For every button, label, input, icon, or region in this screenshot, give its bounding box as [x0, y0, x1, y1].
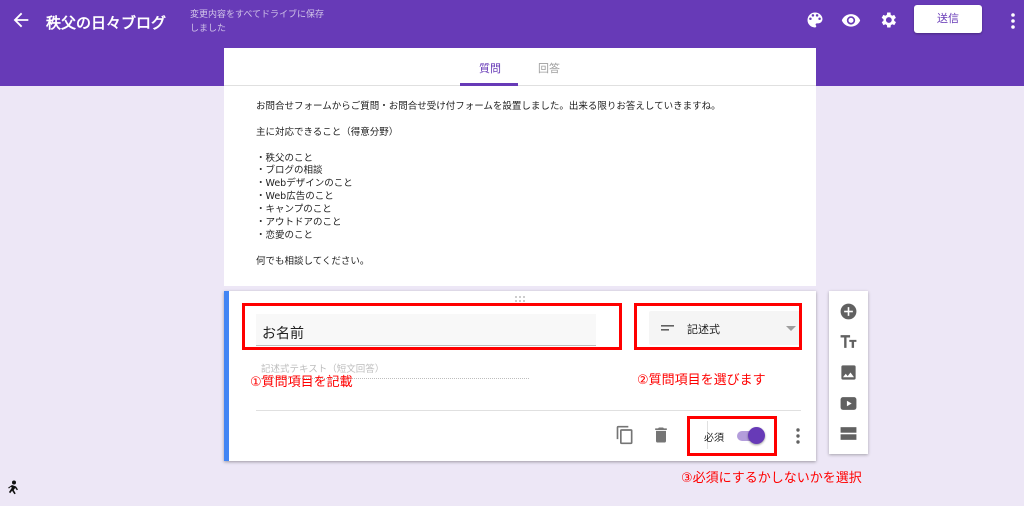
more-vert-icon[interactable] [1006, 10, 1020, 32]
form-description[interactable]: お問合せフォームからご質問・お問合せ受け付フォームを設置しました。出来る限りお答… [256, 98, 796, 267]
highlight-question-type [634, 303, 802, 350]
running-figure-icon [8, 480, 18, 495]
description-line [256, 240, 796, 253]
settings-icon[interactable] [878, 10, 898, 30]
annotation-step-3: ③必須にするかしないかを選択 [681, 471, 862, 486]
annotation-step-2: ②質問項目を選びます [637, 373, 766, 388]
send-button[interactable]: 送信 [914, 5, 982, 33]
description-line [256, 137, 796, 150]
footer-divider [256, 410, 801, 411]
description-line: ・Webデザインのこと [256, 178, 353, 190]
add-question-icon[interactable] [839, 302, 858, 321]
description-line: ・アウトドアのこと [256, 217, 342, 229]
arrow-back-icon[interactable] [10, 9, 32, 31]
palette-icon[interactable] [805, 10, 825, 30]
add-title-icon[interactable] [839, 332, 858, 351]
tab-indicator [460, 83, 518, 86]
description-line: ・Web広告のこと [256, 191, 334, 203]
drag-handle-icon[interactable] [513, 295, 527, 303]
description-line [256, 111, 796, 124]
description-line: お問合せフォームからご質問・お問合せ受け付フォームを設置しました。出来る限りお答… [256, 101, 721, 112]
description-line: ・キャンプのこと [256, 204, 332, 216]
add-image-icon[interactable] [839, 363, 858, 382]
add-video-icon[interactable] [839, 394, 858, 413]
tab-bar: 質問 回答 [224, 48, 816, 86]
description-line: ・ブログの相談 [256, 165, 323, 177]
form-title[interactable]: 秩父の日々ブログ [46, 12, 166, 33]
form-header-card: 質問 回答 お問合せフォームからご質問・お問合せ受け付フォームを設置しました。出… [224, 48, 816, 286]
more-vert-icon[interactable] [793, 427, 803, 445]
highlight-question-title [242, 303, 622, 350]
annotation-step-1: ①質問項目を記載 [250, 375, 353, 390]
eye-icon[interactable] [841, 10, 861, 30]
side-toolbar [829, 291, 868, 454]
duplicate-icon[interactable] [615, 425, 635, 445]
trash-icon[interactable] [651, 425, 671, 445]
save-status: 変更内容をすべてドライブに保存しました [190, 10, 325, 34]
tab-questions[interactable]: 質問 [479, 60, 501, 76]
description-line: ・恋愛のこと [256, 229, 314, 241]
description-line: ・秩父のこと [256, 152, 314, 164]
description-line: 主に対応できること（得意分野） [256, 126, 399, 138]
description-line: 何でも相談してください。 [256, 255, 370, 267]
tab-responses[interactable]: 回答 [538, 60, 560, 76]
highlight-required-toggle [687, 416, 777, 456]
add-section-icon[interactable] [839, 424, 858, 443]
